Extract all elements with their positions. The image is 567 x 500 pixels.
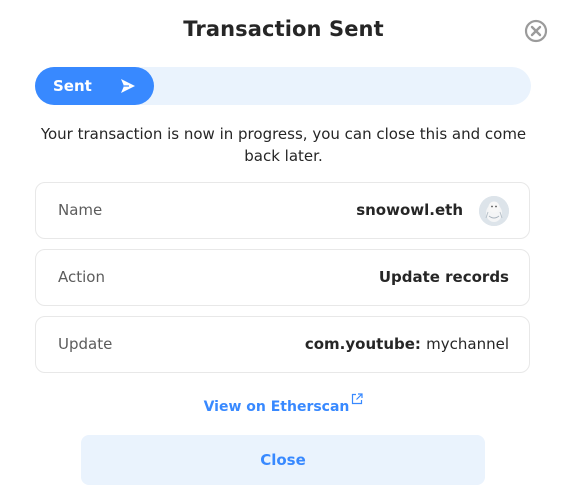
status-message: Your transaction is now in progress, you… <box>40 125 527 165</box>
owl-avatar <box>479 196 509 226</box>
external-link-icon <box>352 393 364 405</box>
detail-row-name: Name snowowl.eth <box>35 182 530 239</box>
detail-row-update: Update com.youtube: mychannel <box>35 316 530 373</box>
modal-title: Transaction Sent <box>183 17 384 41</box>
detail-value-action: Update records <box>378 268 509 286</box>
update-record-value: mychannel <box>426 335 509 353</box>
detail-label-name: Name <box>58 201 103 219</box>
close-button[interactable]: Close <box>81 435 485 485</box>
detail-label-action: Action <box>58 268 105 286</box>
transaction-progress-bar: Sent <box>35 67 531 105</box>
detail-value-update: com.youtube: mychannel <box>305 317 509 372</box>
progress-label: Sent <box>53 77 92 95</box>
detail-label-update: Update <box>58 335 113 353</box>
transaction-sent-modal: Transaction Sent Sent Your transaction i… <box>0 0 567 500</box>
close-circle-icon[interactable] <box>524 19 548 43</box>
detail-value-name: snowowl.eth <box>356 201 463 219</box>
view-on-etherscan-link[interactable]: View on Etherscan <box>0 393 567 415</box>
etherscan-link-label: View on Etherscan <box>203 399 350 415</box>
detail-row-action: Action Update records <box>35 249 530 306</box>
update-record-key: com.youtube: <box>304 335 421 353</box>
send-arrow-icon <box>121 79 135 93</box>
progress-fill: Sent <box>35 67 154 105</box>
